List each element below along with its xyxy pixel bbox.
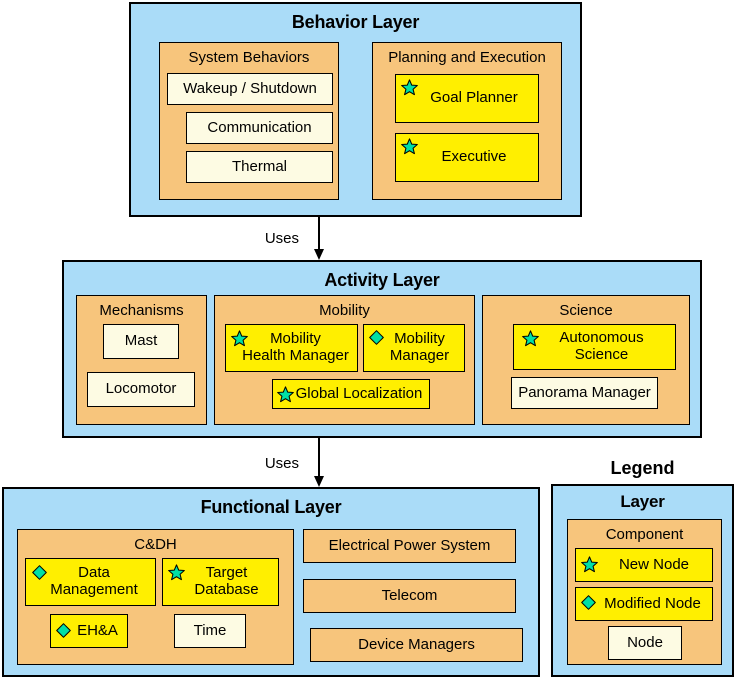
node-label: Global Localization — [295, 384, 423, 402]
node-label: Mobility Health Manager — [242, 330, 349, 364]
component-telecom[interactable]: Telecom — [303, 579, 516, 613]
node-panorama-manager[interactable]: Panorama Manager — [511, 377, 658, 409]
node-label: Wakeup / Shutdown — [183, 79, 317, 97]
group-mechanisms: Mechanisms Mast Locomotor — [76, 295, 207, 425]
node-mast[interactable]: Mast — [103, 324, 179, 359]
node-label: Time — [193, 621, 227, 639]
star-icon — [581, 556, 598, 573]
node-goal-planner[interactable]: Goal Planner — [395, 74, 539, 123]
group-system-behaviors: System Behaviors Wakeup / Shutdown Commu… — [159, 42, 339, 200]
behavior-layer-title: Behavior Layer — [291, 12, 420, 32]
legend-item-node: Node — [608, 626, 682, 660]
arrow-behavior-to-activity — [314, 217, 324, 260]
functional-layer-title: Functional Layer — [200, 497, 342, 517]
node-label: Locomotor — [105, 380, 177, 398]
legend-item-label: Modified Node — [604, 594, 701, 612]
group-cdh-title: C&DH — [134, 536, 177, 553]
node-wakeup-shutdown[interactable]: Wakeup / Shutdown — [167, 73, 333, 105]
star-icon — [522, 330, 539, 347]
node-label: Executive — [441, 148, 507, 166]
legend-layer-label: Layer — [620, 492, 665, 511]
node-global-localization[interactable]: Global Localization — [272, 379, 430, 409]
node-label: Goal Planner — [430, 89, 518, 107]
star-icon — [401, 138, 418, 155]
group-science-title: Science — [559, 302, 613, 319]
legend-title: Legend — [610, 458, 675, 478]
legend-component-box: Component New Node Modified Node Node — [567, 519, 722, 665]
legend-item-label: New Node — [618, 555, 690, 573]
node-label: Mast — [124, 332, 158, 350]
node-label: Panorama Manager — [518, 383, 651, 401]
group-science: Science Autonomous Science Panorama Mana… — [482, 295, 690, 425]
legend-item-label: Node — [627, 633, 663, 651]
behavior-layer: Behavior Layer System Behaviors Wakeup /… — [129, 2, 582, 217]
legend-item-new-node: New Node — [575, 548, 713, 582]
group-planning-and-execution: Planning and Execution Goal Planner Exec… — [372, 42, 562, 200]
node-label: Communication — [207, 118, 312, 136]
node-autonomous-science[interactable]: Autonomous Science — [513, 324, 676, 370]
legend-item-modified-node: Modified Node — [575, 587, 713, 621]
node-mobility-health-manager[interactable]: Mobility Health Manager — [225, 324, 358, 372]
node-label: Thermal — [231, 157, 287, 175]
activity-layer: Activity Layer Mechanisms Mast Locomotor… — [62, 260, 702, 438]
legend-layer-box: Layer Component New Node Modified Node N… — [551, 484, 734, 677]
node-time[interactable]: Time — [174, 614, 246, 648]
functional-layer: Functional Layer C&DH Data Management Ta… — [2, 487, 540, 677]
node-label: EH&A — [77, 621, 118, 639]
node-locomotor[interactable]: Locomotor — [87, 372, 195, 407]
node-executive[interactable]: Executive — [395, 133, 539, 182]
uses-label-behavior-activity: Uses — [264, 230, 299, 247]
component-label: Telecom — [381, 586, 438, 604]
node-label: Data Management — [50, 564, 138, 598]
component-label: Electrical Power System — [328, 536, 491, 554]
node-thermal[interactable]: Thermal — [186, 151, 333, 183]
activity-layer-title: Activity Layer — [324, 270, 440, 290]
node-mobility-manager[interactable]: Mobility Manager — [363, 324, 465, 372]
group-mobility: Mobility Mobility Health Manager Mobilit… — [214, 295, 475, 425]
component-electrical-power-system[interactable]: Electrical Power System — [303, 529, 516, 563]
group-planning-and-execution-title: Planning and Execution — [388, 49, 546, 66]
arrow-activity-to-functional — [314, 438, 324, 487]
node-ehanda[interactable]: EH&A — [50, 614, 128, 648]
node-label: Mobility Manager — [389, 330, 450, 364]
node-target-database[interactable]: Target Database — [162, 558, 279, 606]
node-data-management[interactable]: Data Management — [25, 558, 156, 606]
component-device-managers[interactable]: Device Managers — [310, 628, 523, 662]
legend-component-label: Component — [605, 526, 684, 543]
group-mechanisms-title: Mechanisms — [99, 302, 184, 319]
group-cdh: C&DH Data Management Target Database EH&… — [17, 529, 294, 665]
group-mobility-title: Mobility — [319, 302, 370, 319]
node-label: Target Database — [194, 564, 259, 598]
node-communication[interactable]: Communication — [186, 112, 333, 144]
group-system-behaviors-title: System Behaviors — [188, 49, 310, 66]
node-label: Autonomous Science — [559, 329, 644, 363]
uses-label-activity-functional: Uses — [264, 455, 299, 472]
component-label: Device Managers — [358, 635, 475, 653]
